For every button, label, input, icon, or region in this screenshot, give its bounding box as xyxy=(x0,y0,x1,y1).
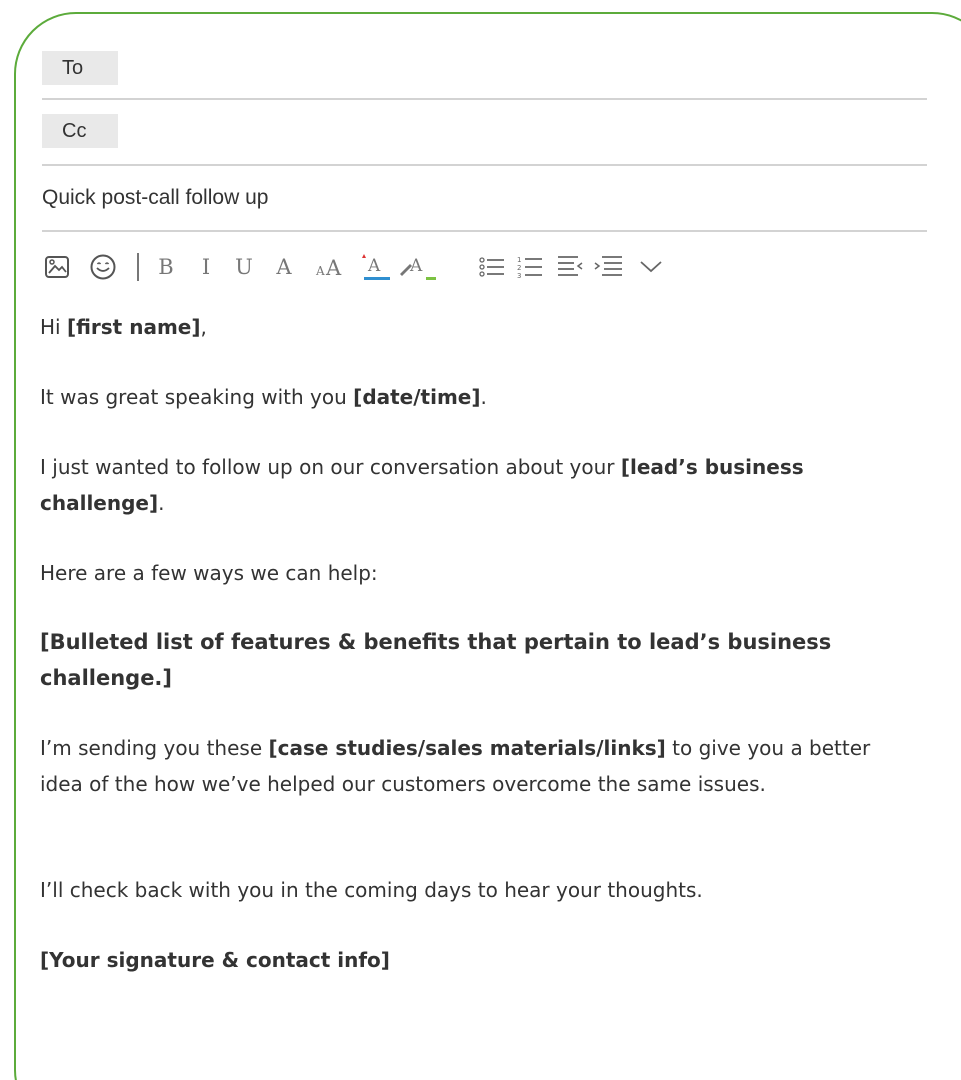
numbered-list-icon[interactable]: 1 2 3 xyxy=(516,251,544,283)
materials-paragraph: I’m sending you these [case studies/sale… xyxy=(40,736,871,796)
help-paragraph: Here are a few ways we can help: xyxy=(40,561,378,585)
placeholder-case-studies: [case studies/sales materials/links] xyxy=(268,736,666,760)
emoji-icon[interactable] xyxy=(88,251,118,283)
intro-paragraph: It was great speaking with you [date/tim… xyxy=(40,385,487,409)
features-placeholder-paragraph: [Bulleted list of features & benefits th… xyxy=(40,630,832,690)
bold-icon[interactable]: B xyxy=(154,251,178,283)
svg-text:3: 3 xyxy=(517,272,521,280)
follow-up-paragraph: I just wanted to follow up on our conver… xyxy=(40,455,804,515)
decrease-indent-icon[interactable] xyxy=(556,251,584,283)
formatting-toolbar: B I U A A A A A 1 2 3 xyxy=(42,251,742,283)
subject-input[interactable]: Quick post-call follow up xyxy=(42,186,268,210)
cc-field[interactable]: Cc xyxy=(42,114,927,166)
svg-text:A: A xyxy=(409,256,423,276)
bulleted-list-icon[interactable] xyxy=(478,251,506,283)
placeholder-first-name: [first name] xyxy=(66,315,201,339)
text-color-icon[interactable]: A xyxy=(360,251,394,283)
to-label: To xyxy=(42,51,118,85)
font-icon[interactable]: A xyxy=(272,251,296,283)
subject-field[interactable]: Quick post-call follow up xyxy=(42,180,927,232)
greeting-paragraph: Hi [first name], xyxy=(40,315,207,339)
check-back-paragraph: I’ll check back with you in the coming d… xyxy=(40,878,703,902)
to-field[interactable]: To xyxy=(42,51,927,100)
svg-text:A: A xyxy=(325,256,342,280)
email-compose-card xyxy=(14,12,961,1080)
svg-text:A: A xyxy=(315,264,325,278)
cc-label: Cc xyxy=(42,114,118,148)
toolbar-separator xyxy=(137,253,139,281)
svg-text:A: A xyxy=(367,256,381,276)
more-chevron-icon[interactable] xyxy=(636,251,666,283)
insert-image-icon[interactable] xyxy=(42,251,72,283)
highlight-icon[interactable]: A xyxy=(398,251,438,283)
italic-icon[interactable]: I xyxy=(194,251,218,283)
placeholder-date-time: [date/time] xyxy=(353,385,481,409)
svg-text:2: 2 xyxy=(517,264,521,272)
signature-placeholder-paragraph: [Your signature & contact info] xyxy=(40,948,390,972)
increase-indent-icon[interactable] xyxy=(594,251,624,283)
svg-text:1: 1 xyxy=(517,256,521,264)
underline-icon[interactable]: U xyxy=(232,251,256,283)
font-size-icon[interactable]: A A xyxy=(314,251,348,283)
